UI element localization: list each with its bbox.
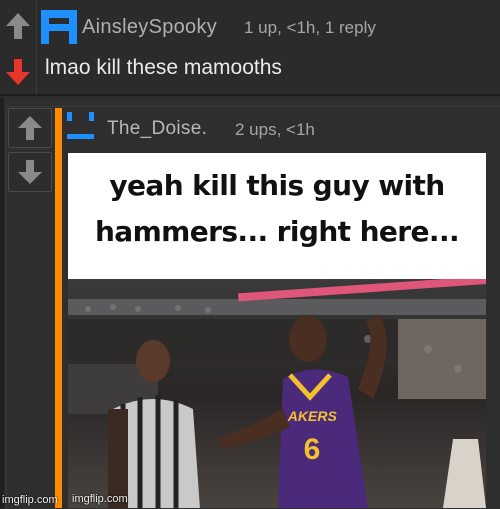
meme-caption-line1: yeah kill this guy with [109, 169, 445, 202]
comment-text: lmao kill these mamooths [45, 56, 282, 79]
meme-caption-area: yeah kill this guy with hammers... right… [68, 153, 486, 279]
pixel-face-icon[interactable] [41, 10, 77, 44]
arrow-up-icon [18, 116, 42, 140]
comment-meta: 1 up, <1h, 1 reply [244, 18, 376, 37]
upvote-button[interactable] [8, 108, 52, 148]
comment-meta: 2 ups, <1h [235, 120, 315, 139]
thread-accent-bar [55, 108, 62, 508]
jersey-number: 6 [304, 433, 321, 466]
basketball-photo: LAKERS 6 [68, 279, 486, 508]
upvote-button[interactable] [2, 4, 34, 48]
arrow-down-icon [6, 59, 30, 85]
divider [0, 94, 500, 96]
username-link[interactable]: AinsleySpooky [82, 16, 217, 39]
downvote-button[interactable] [2, 52, 34, 92]
watermark-outer: imgflip.com [2, 494, 58, 506]
meme-caption-line2: hammers... right here... [94, 215, 460, 248]
jersey-text: LAKERS [279, 408, 337, 424]
arrow-up-icon [6, 13, 30, 39]
pixel-face-icon[interactable] [67, 110, 97, 142]
username-link[interactable]: The_Doise. [107, 118, 207, 140]
watermark-inner: imgflip.com [72, 493, 128, 505]
meme-image[interactable]: yeah kill this guy with hammers... right… [68, 153, 486, 508]
comment-ainsleyspooky: AinsleySpooky 1 up, <1h, 1 reply lmao ki… [0, 0, 500, 96]
arrow-down-icon [18, 160, 42, 184]
reply-indent-rail [0, 98, 4, 508]
downvote-button[interactable] [8, 152, 52, 192]
